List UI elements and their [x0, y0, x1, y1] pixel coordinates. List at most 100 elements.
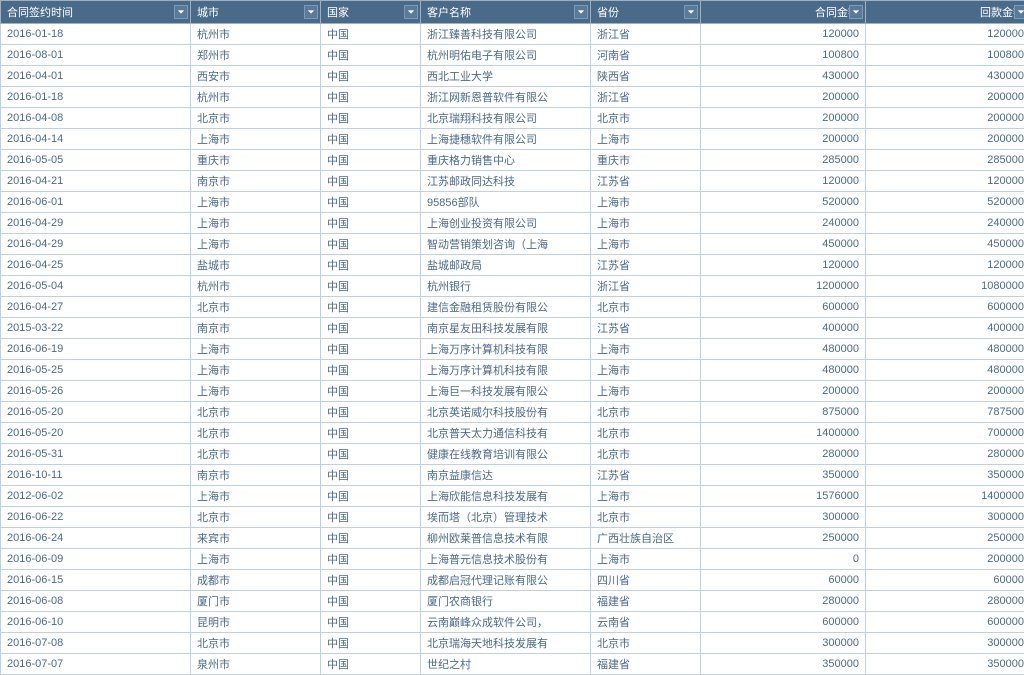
cell-payment: 1080000 — [866, 276, 1024, 297]
filter-dropdown-icon[interactable] — [404, 5, 418, 19]
table-row[interactable]: 2016-05-31北京市中国健康在线教育培训有限公北京市28000028000… — [1, 444, 1024, 465]
table-row[interactable]: 2016-06-15成都市中国成都启冠代理记账有限公四川省6000060000 — [1, 570, 1024, 591]
table-row[interactable]: 2016-06-01上海市中国95856部队上海市520000520000 — [1, 192, 1024, 213]
cell-customer: 盐城邮政局 — [421, 255, 591, 276]
cell-province: 北京市 — [591, 423, 701, 444]
table-row[interactable]: 2012-06-02上海市中国上海欣能信息科技发展有上海市15760001400… — [1, 486, 1024, 507]
cell-country: 中国 — [321, 339, 421, 360]
column-header-contract[interactable]: 合同金额 — [701, 1, 866, 24]
column-header-country[interactable]: 国家 — [321, 1, 421, 24]
cell-province: 浙江省 — [591, 276, 701, 297]
cell-contract: 200000 — [701, 87, 866, 108]
cell-province: 浙江省 — [591, 87, 701, 108]
cell-customer: 南京星友田科技发展有限 — [421, 318, 591, 339]
cell-contract: 430000 — [701, 66, 866, 87]
table-row[interactable]: 2016-07-07泉州市中国世纪之村福建省350000350000 — [1, 654, 1024, 675]
cell-payment: 430000 — [866, 66, 1024, 87]
table-row[interactable]: 2016-01-18杭州市中国浙江臻善科技有限公司浙江省120000120000 — [1, 24, 1024, 45]
table-row[interactable]: 2016-04-08北京市中国北京瑞翔科技有限公司北京市200000200000 — [1, 108, 1024, 129]
cell-city: 昆明市 — [191, 612, 321, 633]
cell-contract: 520000 — [701, 192, 866, 213]
cell-payment: 200000 — [866, 381, 1024, 402]
data-table: 合同签约时间 城市国家客户名称省份 合同金额回款金额 2016-01-18杭州市中国… — [0, 0, 1024, 675]
table-row[interactable]: 2016-07-08北京市中国北京瑞海天地科技发展有北京市30000030000… — [1, 633, 1024, 654]
column-header-payment[interactable]: 回款金额 — [866, 1, 1024, 24]
table-row[interactable]: 2016-06-09上海市中国上海普元信息技术股份有上海市0200000 — [1, 549, 1024, 570]
cell-date: 2016-05-05 — [1, 150, 191, 171]
cell-date: 2016-05-20 — [1, 423, 191, 444]
table-row[interactable]: 2016-04-27北京市中国建信金融租赁股份有限公北京市60000060000… — [1, 297, 1024, 318]
table-row[interactable]: 2016-05-05重庆市中国重庆格力销售中心重庆市285000285000 — [1, 150, 1024, 171]
cell-province: 北京市 — [591, 507, 701, 528]
filter-dropdown-icon[interactable] — [304, 5, 318, 19]
table-row[interactable]: 2016-04-01西安市中国西北工业大学陕西省430000430000 — [1, 66, 1024, 87]
column-header-date[interactable]: 合同签约时间 — [1, 1, 191, 24]
cell-payment: 520000 — [866, 192, 1024, 213]
column-header-label: 合同签约时间 — [7, 7, 73, 19]
cell-date: 2016-06-15 — [1, 570, 191, 591]
cell-customer: 上海普元信息技术股份有 — [421, 549, 591, 570]
cell-country: 中国 — [321, 108, 421, 129]
table-row[interactable]: 2016-04-25盐城市中国盐城邮政局江苏省120000120000 — [1, 255, 1024, 276]
cell-province: 江苏省 — [591, 171, 701, 192]
cell-city: 上海市 — [191, 234, 321, 255]
cell-date: 2016-04-27 — [1, 297, 191, 318]
cell-date: 2016-07-08 — [1, 633, 191, 654]
cell-customer: 上海巨一科技发展有限公 — [421, 381, 591, 402]
cell-contract: 280000 — [701, 444, 866, 465]
filter-dropdown-icon[interactable] — [684, 5, 698, 19]
cell-contract: 100800 — [701, 45, 866, 66]
column-header-customer[interactable]: 客户名称 — [421, 1, 591, 24]
cell-customer: 世纪之村 — [421, 654, 591, 675]
cell-date: 2016-06-09 — [1, 549, 191, 570]
cell-city: 上海市 — [191, 129, 321, 150]
table-row[interactable]: 2016-06-10昆明市中国云南巅峰众成软件公司，云南省60000060000… — [1, 612, 1024, 633]
cell-date: 2016-05-25 — [1, 360, 191, 381]
table-row[interactable]: 2016-05-20北京市中国北京英诺威尔科技股份有北京市87500078750… — [1, 402, 1024, 423]
column-header-label: 省份 — [597, 7, 619, 19]
cell-province: 上海市 — [591, 486, 701, 507]
cell-date: 2016-06-24 — [1, 528, 191, 549]
cell-city: 上海市 — [191, 339, 321, 360]
column-header-city[interactable]: 城市 — [191, 1, 321, 24]
cell-payment: 787500 — [866, 402, 1024, 423]
cell-customer: 杭州明佑电子有限公司 — [421, 45, 591, 66]
cell-customer: 江苏邮政同达科技 — [421, 171, 591, 192]
table-row[interactable]: 2016-05-04杭州市中国杭州银行浙江省12000001080000 — [1, 276, 1024, 297]
filter-dropdown-icon[interactable] — [1014, 5, 1024, 19]
table-row[interactable]: 2016-06-19上海市中国上海万序计算机科技有限上海市48000048000… — [1, 339, 1024, 360]
table-row[interactable]: 2016-04-21南京市中国江苏邮政同达科技江苏省120000120000 — [1, 171, 1024, 192]
cell-province: 上海市 — [591, 213, 701, 234]
cell-contract: 480000 — [701, 339, 866, 360]
table-body: 2016-01-18杭州市中国浙江臻善科技有限公司浙江省120000120000… — [1, 24, 1024, 675]
cell-payment: 120000 — [866, 171, 1024, 192]
column-header-province[interactable]: 省份 — [591, 1, 701, 24]
table-row[interactable]: 2015-03-22南京市中国南京星友田科技发展有限江苏省40000040000… — [1, 318, 1024, 339]
table-row[interactable]: 2016-06-22北京市中国埃而塔（北京）管理技术北京市30000030000… — [1, 507, 1024, 528]
table-row[interactable]: 2016-06-24来宾市中国柳州欧莱普信息技术有限广西壮族自治区2500002… — [1, 528, 1024, 549]
table-row[interactable]: 2016-05-25上海市中国上海万序计算机科技有限上海市48000048000… — [1, 360, 1024, 381]
table-row[interactable]: 2016-06-08厦门市中国厦门农商银行福建省280000280000 — [1, 591, 1024, 612]
cell-contract: 300000 — [701, 507, 866, 528]
cell-customer: 上海万序计算机科技有限 — [421, 360, 591, 381]
cell-date: 2016-01-18 — [1, 24, 191, 45]
table-row[interactable]: 2016-10-11南京市中国南京益康信达江苏省350000350000 — [1, 465, 1024, 486]
table-row[interactable]: 2016-01-18杭州市中国浙江网新恩普软件有限公浙江省20000020000… — [1, 87, 1024, 108]
cell-province: 北京市 — [591, 402, 701, 423]
cell-country: 中国 — [321, 507, 421, 528]
table-row[interactable]: 2016-04-29上海市中国智动营销策划咨询（上海上海市45000045000… — [1, 234, 1024, 255]
cell-contract: 450000 — [701, 234, 866, 255]
filter-dropdown-icon[interactable] — [174, 5, 188, 19]
filter-dropdown-icon[interactable] — [574, 5, 588, 19]
table-row[interactable]: 2016-08-01郑州市中国杭州明佑电子有限公司河南省100800100800 — [1, 45, 1024, 66]
cell-payment: 300000 — [866, 633, 1024, 654]
cell-payment: 600000 — [866, 612, 1024, 633]
cell-customer: 北京瑞海天地科技发展有 — [421, 633, 591, 654]
filter-dropdown-icon[interactable] — [849, 5, 863, 19]
table-row[interactable]: 2016-05-20北京市中国北京普天太力通信科技有北京市14000007000… — [1, 423, 1024, 444]
table-row[interactable]: 2016-04-14上海市中国上海捷穗软件有限公司上海市200000200000 — [1, 129, 1024, 150]
cell-city: 南京市 — [191, 318, 321, 339]
table-row[interactable]: 2016-05-26上海市中国上海巨一科技发展有限公上海市20000020000… — [1, 381, 1024, 402]
table-row[interactable]: 2016-04-29上海市中国上海创业投资有限公司上海市240000240000 — [1, 213, 1024, 234]
cell-date: 2016-04-29 — [1, 234, 191, 255]
